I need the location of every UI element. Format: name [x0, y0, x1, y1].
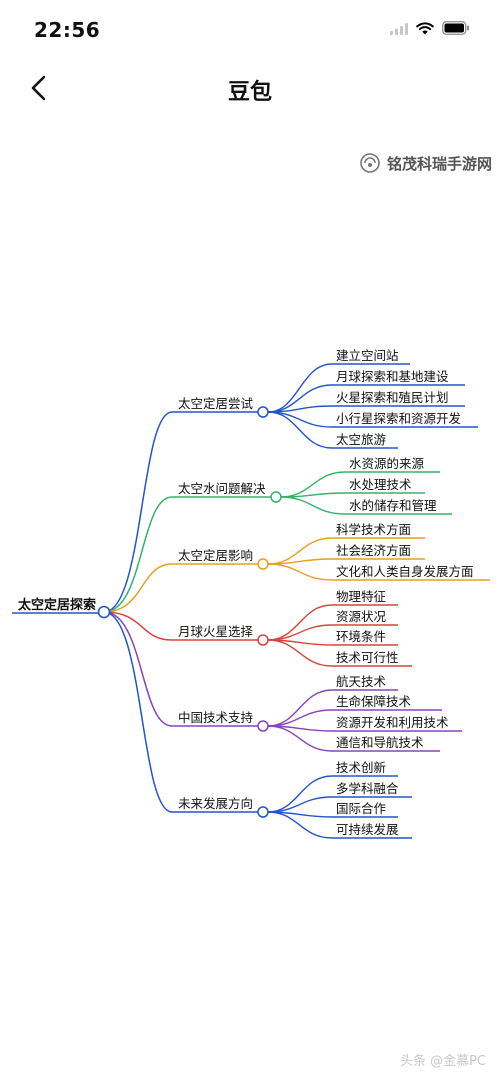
mindmap-leaf-label: 火星探索和殖民计划: [336, 390, 449, 405]
leaf-connector: [267, 563, 333, 581]
leaf-connector: [267, 384, 333, 413]
mindmap-leaf-label: 小行星探索和资源开发: [336, 411, 462, 426]
leaf-connector: [267, 709, 333, 727]
leaf-connector: [267, 639, 333, 667]
leaf-connector: [267, 624, 333, 641]
branch-connector: [103, 563, 173, 613]
mindmap-branch-label: 月球火星选择: [178, 624, 254, 639]
leaf-connector: [267, 558, 333, 565]
mindmap-leaf-label: 环境条件: [336, 629, 386, 644]
mindmap-leaf-label: 科学技术方面: [336, 522, 411, 537]
leaf-connector: [280, 492, 346, 498]
leaf-connector: [267, 604, 333, 641]
root-node-circle[interactable]: [97, 605, 111, 619]
mindmap-leaf-label: 社会经济方面: [336, 543, 411, 558]
mindmap-branch-label: 太空定居尝试: [178, 396, 254, 411]
mindmap-leaf-label: 技术可行性: [336, 650, 399, 665]
branch-connector: [103, 496, 173, 613]
mindmap-leaf-label: 国际合作: [336, 801, 387, 816]
branch-connector: [103, 611, 173, 813]
branch-connector: [103, 611, 173, 727]
mindmap-leaf-label: 资源开发和利用技术: [336, 715, 449, 730]
mindmap-branch-label: 未来发展方向: [178, 796, 253, 811]
mindmap-leaf-label: 多学科融合: [336, 781, 399, 796]
mindmap-leaf-label: 技术创新: [336, 760, 386, 775]
mindmap-leaf-label: 文化和人类自身发展方面: [336, 564, 474, 579]
watermark-bottom: 头条 @金慕PC: [399, 1054, 486, 1069]
branch-node-circle[interactable]: [257, 806, 269, 818]
leaf-connector: [267, 796, 333, 813]
mindmap-root-label: 太空定居探索: [17, 597, 96, 613]
mindmap-leaf-label: 物理特征: [336, 589, 387, 604]
leaf-connector: [267, 411, 333, 428]
branch-node-circle[interactable]: [257, 720, 269, 732]
leaf-connector: [267, 411, 333, 449]
leaf-connector: [267, 537, 333, 565]
mindmap-leaf-label: 水资源的来源: [349, 456, 425, 471]
leaf-connector: [267, 363, 333, 413]
mindmap-branch-label: 太空水问题解决: [178, 481, 266, 496]
mind-map: 太空定居探索 太空定居尝试 建立空间站月球探索和基地建设火星探索和殖民计划小行星探索…: [12, 348, 490, 839]
mindmap-leaf-label: 月球探索和基地建设: [336, 369, 449, 384]
leaf-connector: [267, 725, 333, 752]
mindmap-branch-label: 中国技术支持: [178, 710, 253, 725]
branch-node-circle[interactable]: [270, 491, 282, 503]
mindmap-branch-label: 太空定居影响: [178, 548, 253, 563]
mindmap-leaf-label: 可持续发展: [336, 822, 399, 837]
mindmap-leaf-label: 航天技术: [336, 674, 387, 689]
mindmap-leaf-label: 生命保障技术: [336, 694, 412, 709]
branch-node-circle[interactable]: [257, 634, 269, 646]
mindmap-leaf-label: 建立空间站: [336, 348, 399, 363]
leaf-connector: [267, 811, 333, 839]
leaf-connector: [267, 405, 333, 413]
mindmap-leaf-label: 通信和导航技术: [336, 735, 424, 750]
branch-node-circle[interactable]: [257, 558, 269, 570]
leaf-connector: [267, 689, 333, 727]
mindmap-leaf-label: 水处理技术: [349, 477, 412, 492]
branch-node-circle[interactable]: [257, 406, 269, 418]
leaf-connector: [280, 496, 346, 515]
mindmap-leaf-label: 太空旅游: [336, 432, 387, 447]
branch-connector: [103, 411, 173, 613]
mindmap-leaf-label: 水的储存和管理: [349, 498, 437, 513]
leaf-connector: [267, 775, 333, 813]
mindmap-leaf-label: 资源状况: [336, 609, 387, 624]
